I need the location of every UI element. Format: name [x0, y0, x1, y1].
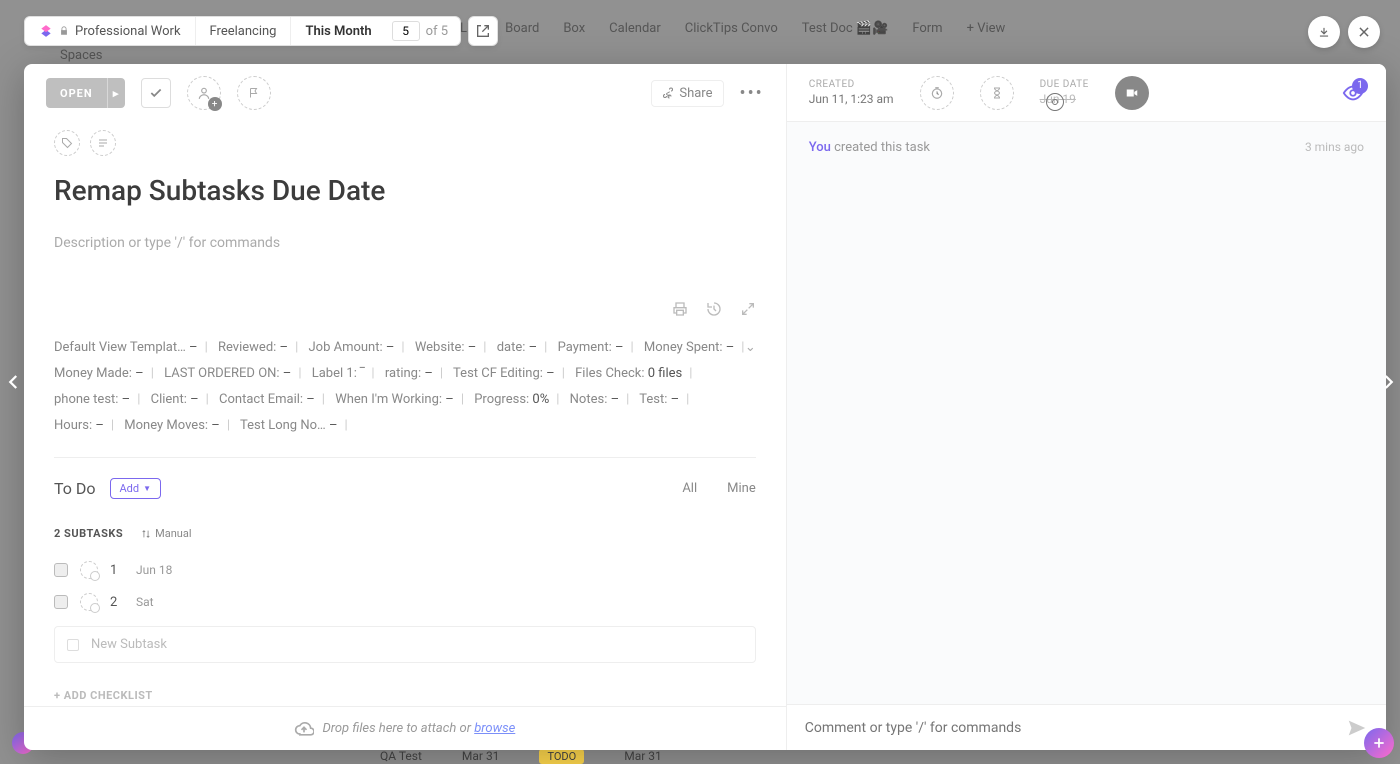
- breadcrumb-list[interactable]: This Month: [291, 17, 385, 45]
- comment-box[interactable]: [787, 704, 1386, 750]
- custom-field[interactable]: Files Check: 0 files: [575, 366, 682, 381]
- record-clip-button[interactable]: [1115, 76, 1149, 110]
- custom-field[interactable]: LAST ORDERED ON: –: [164, 366, 291, 381]
- history-icon[interactable]: [706, 301, 722, 317]
- add-subtask-button[interactable]: Add ▼: [110, 478, 162, 499]
- collapse-fields-icon[interactable]: ⌄: [745, 335, 756, 361]
- activity-time: 3 mins ago: [1305, 140, 1364, 686]
- complete-check-button[interactable]: [141, 78, 171, 108]
- custom-field[interactable]: Client: –: [151, 392, 199, 407]
- close-button[interactable]: [1348, 16, 1380, 48]
- watchers-button[interactable]: 1: [1342, 82, 1364, 104]
- custom-field[interactable]: Payment: –: [558, 340, 624, 355]
- custom-field[interactable]: Money Moves: –: [124, 418, 220, 433]
- task-title[interactable]: Remap Subtasks Due Date: [54, 174, 756, 207]
- custom-fields: Default View Templat… –| Reviewed: –| Jo…: [54, 335, 756, 458]
- created-meta: CREATED Jun 11, 1:23 am: [809, 79, 894, 106]
- time-estimate-icon[interactable]: [980, 76, 1014, 110]
- dropzone-text: Drop files here to attach or: [322, 721, 474, 736]
- task-description[interactable]: Description or type '/' for commands: [54, 235, 756, 251]
- subtask-assignee-icon[interactable]: [80, 561, 98, 579]
- lock-icon: [59, 26, 69, 36]
- next-task-arrow[interactable]: [1376, 370, 1400, 394]
- subtask-status-box[interactable]: [54, 595, 68, 609]
- custom-field[interactable]: Test Long No… –: [240, 418, 337, 433]
- custom-field[interactable]: Progress: 0%: [474, 392, 549, 407]
- custom-field[interactable]: When I'm Working: –: [335, 392, 454, 407]
- breadcrumb-space[interactable]: Professional Work: [25, 17, 196, 45]
- sort-button[interactable]: Manual: [141, 527, 191, 540]
- subtask-status-box[interactable]: [54, 563, 68, 577]
- minimize-button[interactable]: [1308, 16, 1340, 48]
- background-task-row: QA Test Mar 31 TODO Mar 31: [0, 748, 1400, 764]
- tab-mine[interactable]: Mine: [727, 481, 756, 496]
- custom-field[interactable]: Hours: –: [54, 418, 104, 433]
- custom-field[interactable]: Website: –: [415, 340, 476, 355]
- custom-field[interactable]: Notes: –: [570, 392, 619, 407]
- task-index-total: of 5: [426, 24, 460, 39]
- expand-icon[interactable]: [740, 301, 756, 317]
- task-toolbar: OPEN ▸ + Share •••: [24, 64, 786, 122]
- custom-field[interactable]: phone test: –: [54, 392, 130, 407]
- new-subtask-input[interactable]: New Subtask: [54, 626, 756, 663]
- browse-link[interactable]: browse: [474, 721, 515, 736]
- custom-field[interactable]: Money Made: –: [54, 366, 144, 381]
- status-button[interactable]: OPEN ▸: [46, 78, 125, 108]
- status-dropdown-icon[interactable]: ▸: [107, 78, 125, 108]
- breadcrumb-folder[interactable]: Freelancing: [196, 17, 292, 45]
- background-spaces-label: Spaces: [60, 48, 103, 63]
- todo-section-title: To Do: [54, 479, 96, 498]
- more-menu-button[interactable]: •••: [740, 83, 764, 104]
- prev-task-arrow[interactable]: [2, 370, 26, 394]
- subtask-row[interactable]: 1 Jun 18: [54, 554, 756, 586]
- print-icon[interactable]: [672, 301, 688, 317]
- priority-flag-button[interactable]: [237, 76, 271, 110]
- custom-field[interactable]: Job Amount: –: [308, 340, 394, 355]
- quick-create-fab[interactable]: [1364, 728, 1394, 758]
- attachment-dropzone[interactable]: Drop files here to attach or browse: [24, 706, 786, 750]
- share-button[interactable]: Share: [651, 80, 723, 107]
- subtask-assignee-icon[interactable]: [80, 593, 98, 611]
- subtask-count: 2 SUBTASKS: [54, 527, 123, 540]
- custom-field[interactable]: Contact Email: –: [219, 392, 315, 407]
- task-meta-bar: CREATED Jun 11, 1:23 am DUE DATE Jun 19 …: [787, 64, 1386, 122]
- activity-log: You created this task 3 mins ago: [787, 122, 1386, 704]
- tab-all[interactable]: All: [682, 481, 697, 496]
- custom-field[interactable]: Label 1: ‾: [312, 366, 365, 381]
- cursor-indicator-icon: [1046, 93, 1064, 111]
- add-checklist-button[interactable]: + ADD CHECKLIST: [54, 689, 756, 702]
- custom-field[interactable]: Reviewed: –: [218, 340, 288, 355]
- comment-input[interactable]: [805, 720, 1346, 736]
- subtask-row[interactable]: 2 Sat: [54, 586, 756, 618]
- time-tracked-icon[interactable]: [920, 76, 954, 110]
- breadcrumb: Professional Work Freelancing This Month…: [24, 16, 461, 46]
- task-modal: OPEN ▸ + Share •••: [24, 64, 1386, 750]
- task-index-input[interactable]: [392, 21, 420, 41]
- custom-field[interactable]: date: –: [497, 340, 537, 355]
- assignee-add-button[interactable]: +: [187, 76, 221, 110]
- popout-button[interactable]: [468, 16, 498, 46]
- custom-field[interactable]: rating: –: [385, 366, 433, 381]
- custom-field[interactable]: Test CF Editing: –: [453, 366, 555, 381]
- custom-field[interactable]: Test: –: [639, 392, 679, 407]
- tag-add-icon[interactable]: [54, 130, 80, 156]
- custom-field[interactable]: Default View Templat… –: [54, 340, 198, 355]
- custom-field[interactable]: Money Spent: –: [644, 340, 734, 355]
- due-date-meta[interactable]: DUE DATE Jun 19: [1040, 79, 1089, 106]
- sprint-icon[interactable]: [90, 130, 116, 156]
